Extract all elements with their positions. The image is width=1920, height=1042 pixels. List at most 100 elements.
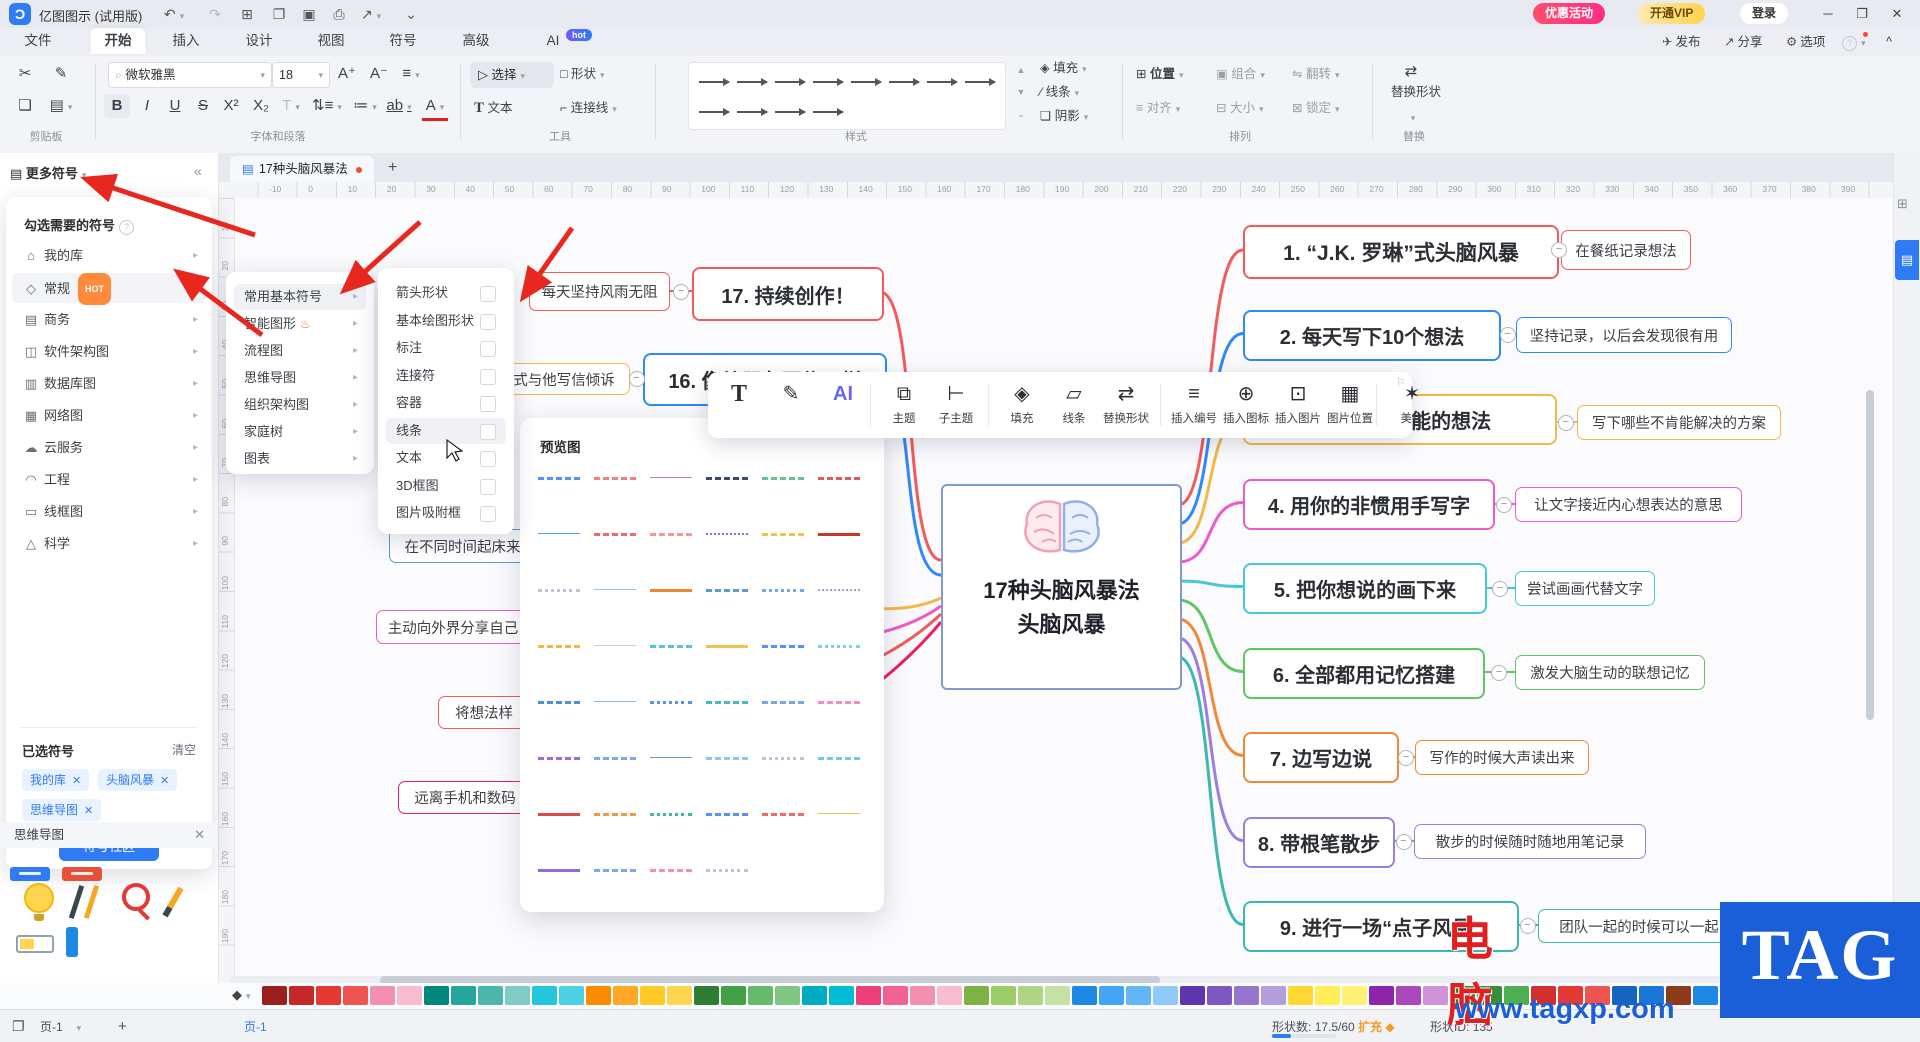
line-style-sample[interactable] [762, 757, 804, 760]
color-swatch[interactable] [1369, 986, 1394, 1005]
page-selector[interactable]: 页-1 ▾ [40, 1018, 81, 1035]
page-tab[interactable]: 页-1 [244, 1018, 267, 1035]
mindmap-subtopic-partial[interactable]: 将想法样 [438, 696, 530, 729]
menubar-publish-button[interactable]: ✈ 发布 [1662, 31, 1701, 53]
checkbox[interactable] [480, 286, 496, 302]
symbol-type-item-基本绘图形状[interactable]: 基本绘图形状 [386, 308, 506, 334]
replace-shape-icon[interactable]: ⇄ [1398, 60, 1424, 84]
color-swatch[interactable] [1126, 986, 1151, 1005]
line-style-sample[interactable] [762, 477, 804, 480]
color-swatch[interactable] [262, 986, 287, 1005]
connector-style-sample[interactable] [927, 78, 958, 86]
save-icon[interactable]: ▣ [298, 4, 320, 24]
category-menu-item-组织架构图[interactable]: 组织架构图 ▸ [234, 392, 366, 418]
color-swatch[interactable] [775, 986, 800, 1005]
palette-pen-icon[interactable]: ◆ ▾ [232, 987, 251, 1003]
mindmap-topic[interactable]: 6. 全部都用记忆搭建 [1243, 648, 1485, 699]
vip-button[interactable]: 开通VIP [1638, 3, 1706, 24]
line-button[interactable]: ∕ 线条 ▾ [1040, 80, 1079, 104]
sidebar-item-数据库图[interactable]: ▥ 数据库图 ▸ [12, 369, 206, 399]
collapse-icon[interactable]: − [673, 283, 689, 300]
line-style-sample[interactable] [538, 645, 580, 648]
color-swatch[interactable] [964, 986, 989, 1005]
font-size-select[interactable]: 18 ▾ [272, 62, 330, 88]
color-swatch[interactable] [667, 986, 692, 1005]
color-swatch[interactable] [424, 986, 449, 1005]
fill-button[interactable]: ◈ 填充 ▾ [1040, 56, 1087, 80]
line-style-sample[interactable] [594, 757, 636, 760]
menu-tab-插入[interactable]: 插入 [159, 28, 214, 54]
collapse-icon[interactable]: − [1398, 749, 1414, 766]
checkbox[interactable] [480, 341, 496, 357]
maximize-button[interactable]: ❐ [1849, 2, 1875, 26]
add-tab-button[interactable]: + [388, 159, 397, 177]
mindmap-topic[interactable]: 8. 带根笔散步 [1243, 817, 1395, 868]
promo-button[interactable]: 优惠活动 [1533, 3, 1606, 24]
checkbox[interactable] [480, 313, 496, 330]
color-swatch[interactable] [532, 986, 557, 1005]
topic-button[interactable]: ⧉ 主题 [878, 378, 930, 432]
connector-style-sample[interactable] [699, 78, 730, 86]
color-swatch[interactable] [505, 986, 530, 1005]
magnifier-symbol-thumbnail[interactable] [122, 883, 151, 921]
sidebar-item-网络图[interactable]: ▦ 网络图 ▸ [12, 401, 206, 431]
line-style-sample[interactable] [538, 869, 580, 872]
line-style-sample[interactable] [762, 701, 804, 704]
color-swatch[interactable] [910, 986, 935, 1005]
color-swatch[interactable] [748, 986, 773, 1005]
lock-button[interactable]: ⊠ 锁定 ▾ [1292, 96, 1340, 120]
checkbox[interactable] [480, 478, 496, 495]
clear-selection-link[interactable]: 清空 [172, 741, 196, 758]
symbol-type-item-标注[interactable]: 标注 [386, 335, 506, 361]
sidebar-item-常规[interactable]: ◇ 常规 HOT ▸ [12, 273, 206, 305]
sidebar-collapse-icon[interactable]: « [194, 163, 202, 179]
symbol-type-item-3D框图[interactable]: 3D框图 [386, 473, 506, 499]
lightbulb-symbol-thumbnail[interactable] [24, 883, 54, 922]
symbol-type-item-容器[interactable]: 容器 [386, 390, 506, 416]
category-menu-item-思维导图[interactable]: 思维导图 ▸ [234, 365, 366, 391]
mindmap-subtopic[interactable]: 坚持记录，以后会发现很有用 [1516, 317, 1732, 353]
color-swatch[interactable] [694, 986, 719, 1005]
replace-shape-button[interactable]: ⇄ 替换形状 [1100, 378, 1152, 432]
highlight-icon[interactable]: ab ▾ [386, 94, 412, 118]
replace-shape-button[interactable]: 替换形状 [1386, 84, 1446, 108]
collapse-icon[interactable]: − [1519, 918, 1536, 934]
line-style-sample[interactable] [706, 757, 748, 760]
mindmap-subtopic[interactable]: 激发大脑生动的联想记忆 [1515, 655, 1705, 690]
color-swatch[interactable] [1180, 986, 1205, 1005]
italic-icon[interactable]: I [134, 94, 160, 118]
selected-tag-头脑风暴[interactable]: 头脑风暴 ✕ [98, 769, 178, 791]
line-button[interactable]: ▱ 线条 [1048, 378, 1100, 432]
remove-tag-icon[interactable]: ✕ [84, 805, 93, 817]
print-icon[interactable]: ⎙ [328, 4, 350, 24]
bullet-list-icon[interactable]: ≔ ▾ [352, 94, 378, 118]
menu-tab-文件[interactable]: 文件 [11, 28, 66, 54]
style-panel-icon[interactable]: ⊞ [1897, 196, 1908, 212]
pens-symbol-thumbnail[interactable] [68, 885, 99, 922]
menu-tab-AI[interactable]: AI [533, 28, 574, 54]
line-style-sample[interactable] [762, 533, 804, 536]
line-style-sample[interactable] [650, 701, 692, 704]
color-swatch[interactable] [1396, 986, 1421, 1005]
category-menu-item-图表[interactable]: 图表 ▸ [234, 446, 366, 472]
format-painter-button[interactable]: ✎ [768, 378, 814, 432]
group-button[interactable]: ▣ 组合 ▾ [1216, 62, 1265, 86]
sidebar-item-商务[interactable]: ▤ 商务 ▸ [12, 305, 206, 335]
vertical-scrollbar-thumb[interactable] [1866, 390, 1874, 720]
line-style-sample[interactable] [538, 813, 580, 816]
redo-icon[interactable]: ↷ [204, 4, 226, 24]
color-swatch[interactable] [1423, 986, 1448, 1005]
category-menu-item-智能图形[interactable]: 智能图形 ♨ ▸ [234, 311, 366, 337]
checkbox[interactable] [480, 368, 496, 385]
collapse-icon[interactable]: − [1496, 496, 1512, 513]
color-swatch[interactable] [1342, 986, 1367, 1005]
mindmap-topic[interactable]: 1. “J.K. 罗琳”式头脑风暴 [1243, 225, 1559, 279]
connector-style-sample[interactable] [775, 78, 806, 86]
color-swatch[interactable] [586, 986, 611, 1005]
line-style-sample[interactable] [594, 533, 636, 536]
mindmap-section-header[interactable]: 思维导图 ✕ [0, 822, 217, 848]
line-style-sample[interactable] [594, 869, 636, 872]
connector-tool[interactable]: ⌐ 连接线 ▾ [560, 96, 617, 120]
symbol-type-item-文本[interactable]: 文本 [386, 445, 506, 471]
menu-tab-高级[interactable]: 高级 [449, 28, 504, 54]
